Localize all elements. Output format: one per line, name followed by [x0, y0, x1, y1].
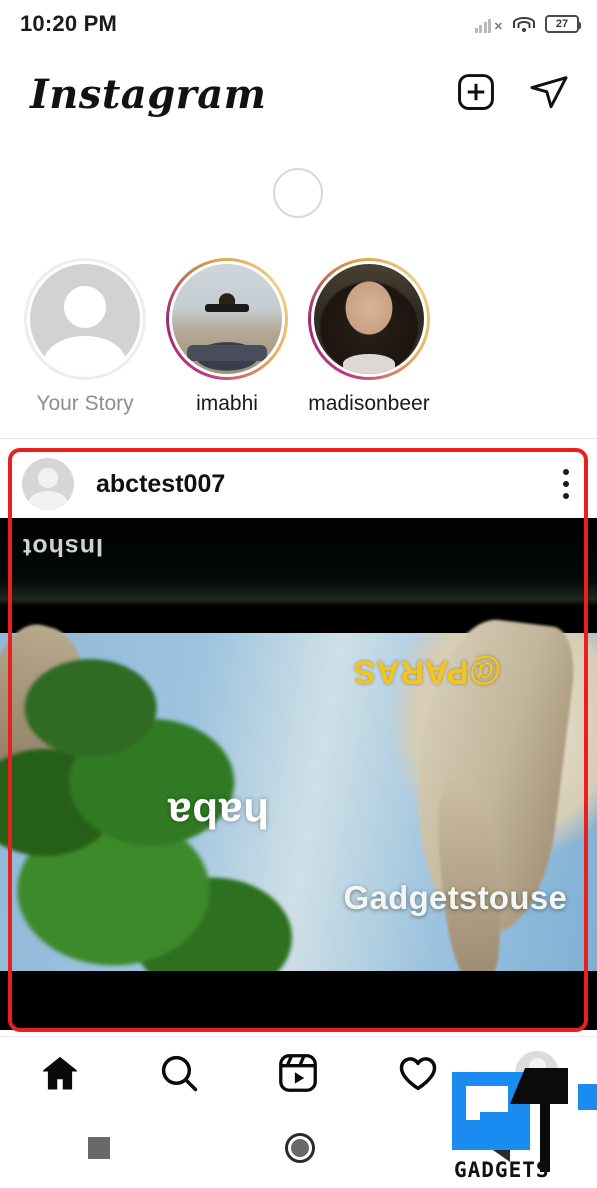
status-time: 10:20 PM	[20, 11, 117, 36]
video-caption-text: haba	[167, 789, 270, 837]
paper-plane-icon[interactable]	[527, 70, 571, 119]
battery-icon: 27	[545, 15, 581, 33]
story-label: madisonbeer	[308, 392, 430, 415]
header-actions	[455, 70, 571, 119]
wifi-icon	[512, 15, 536, 33]
loading-spinner	[273, 168, 323, 218]
story-ring	[308, 258, 430, 380]
tab-home[interactable]	[15, 1037, 105, 1109]
status-bar: 10:20 PM ✕ 27	[0, 0, 597, 48]
square-recents-icon[interactable]	[87, 1137, 110, 1159]
story-label: Your Story	[36, 392, 134, 415]
tab-activity[interactable]	[373, 1037, 463, 1109]
tab-reels[interactable]	[253, 1037, 343, 1109]
gadgetstouse-watermark: Gadgetstouse	[343, 879, 568, 917]
three-dot-menu-icon[interactable]	[559, 465, 573, 503]
battery-percent-label: 27	[555, 18, 569, 30]
post-video[interactable]: Inshot @PARAS haba Gadgetstouse	[0, 518, 597, 1030]
video-letterbox-bottom	[0, 971, 597, 1030]
post-username[interactable]: abctest007	[96, 470, 225, 499]
story-avatar-photo	[314, 264, 424, 374]
status-icons: ✕ 27	[474, 15, 581, 33]
instagram-header: Instagram	[0, 48, 597, 140]
gadgetstouse-logo: GADGETS	[452, 1062, 597, 1188]
story-avatar-photo	[172, 264, 282, 374]
stories-tray[interactable]: Your Story imabhi madisonbeer	[0, 258, 597, 434]
paras-handle-watermark: @PARAS	[353, 654, 502, 692]
story-item-your-story[interactable]: Your Story	[14, 258, 156, 434]
signal-bars-no-sim-icon: ✕	[474, 15, 503, 33]
feed-post: abctest007 Inshot @PARAS haba Gadgetstou…	[0, 450, 597, 1035]
plus-box-icon[interactable]	[455, 71, 497, 118]
post-author-avatar[interactable]	[22, 458, 74, 510]
placeholder-avatar	[30, 264, 140, 374]
tab-search[interactable]	[134, 1037, 224, 1109]
stories-divider	[0, 438, 597, 439]
instagram-wordmark[interactable]: Instagram	[30, 71, 267, 118]
story-ring	[24, 258, 146, 380]
story-item-imabhi[interactable]: imabhi	[156, 258, 298, 434]
gadgetstouse-brand-text: GADGETS	[454, 1158, 550, 1182]
story-label: imabhi	[196, 392, 258, 415]
phone-screen: 10:20 PM ✕ 27 Instagram Your Story imabh…	[0, 0, 597, 1188]
post-header: abctest007	[0, 450, 597, 518]
circle-home-icon[interactable]	[284, 1133, 315, 1163]
video-scene: @PARAS haba Gadgetstouse	[0, 612, 597, 987]
inshot-watermark: Inshot	[22, 533, 103, 561]
story-item-madisonbeer[interactable]: madisonbeer	[298, 258, 440, 434]
story-ring	[166, 258, 288, 380]
